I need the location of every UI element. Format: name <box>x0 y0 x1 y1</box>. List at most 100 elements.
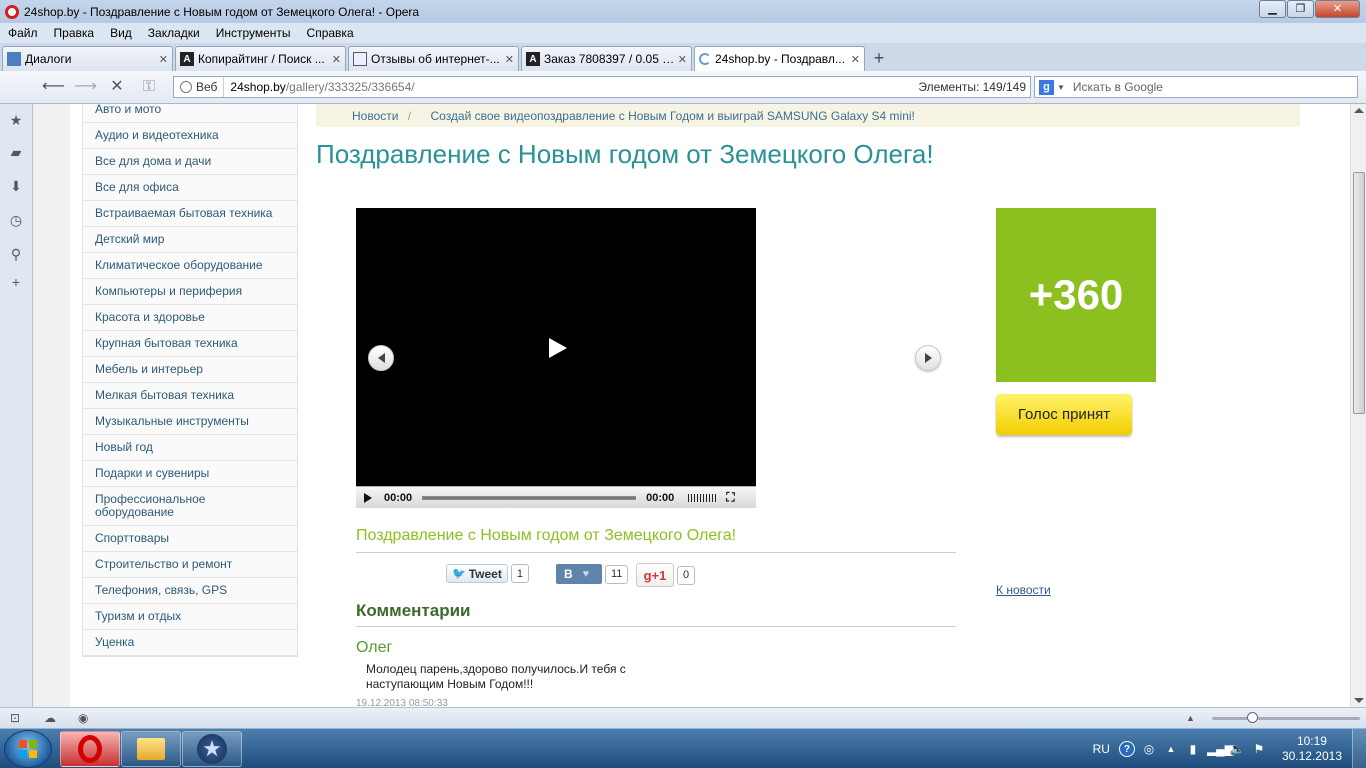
web-security-badge[interactable]: Веб <box>174 77 225 97</box>
chevron-down-icon[interactable]: ▼ <box>1057 83 1065 92</box>
category-item[interactable]: Профессиональное оборудование <box>83 487 233 525</box>
category-item[interactable]: Мебель и интерьер <box>83 357 297 383</box>
category-item[interactable]: Встраиваемая бытовая техника <box>83 201 297 227</box>
close-tab-icon[interactable]: ✕ <box>851 53 860 66</box>
back-arrow-icon[interactable]: ⟵ <box>42 77 65 97</box>
category-item[interactable]: Строительство и ремонт <box>83 552 297 578</box>
category-item[interactable]: Спорттовары <box>83 526 297 552</box>
menu-edit[interactable]: Правка <box>54 26 95 40</box>
menu-help[interactable]: Справка <box>307 26 354 40</box>
play-icon[interactable] <box>549 338 567 358</box>
category-item[interactable]: Новый год <box>83 435 297 461</box>
category-item[interactable]: Все для офиса <box>83 175 297 201</box>
volume-icon[interactable] <box>688 493 717 502</box>
close-tab-icon[interactable]: ✕ <box>505 53 514 66</box>
search-icon[interactable]: ⚲ <box>8 246 24 262</box>
twitter-bird-icon: 🐦 <box>452 568 466 580</box>
tab-24shop[interactable]: 24shop.by - Поздравл... ✕ <box>694 46 865 71</box>
next-arrow-button[interactable] <box>915 345 941 371</box>
clock[interactable]: 10:19 30.12.2013 <box>1282 734 1342 764</box>
menu-bar: Файл Правка Вид Закладки Инструменты Спр… <box>0 23 1366 43</box>
help-icon[interactable]: ? <box>1118 741 1135 757</box>
device-icon[interactable]: ▮ <box>1185 741 1201 757</box>
tweet-button[interactable]: 🐦 Tweet <box>446 564 508 583</box>
history-icon[interactable]: ◷ <box>8 212 24 228</box>
category-item[interactable]: Климатическое оборудование <box>83 253 297 279</box>
show-desktop-button[interactable] <box>1352 729 1366 768</box>
gplus-button[interactable]: g+1 <box>636 563 674 587</box>
zoom-slider-knob[interactable] <box>1247 712 1258 723</box>
search-field[interactable]: g ▼ <box>1034 76 1358 98</box>
scroll-up-icon[interactable] <box>1354 108 1364 113</box>
close-tab-icon[interactable]: ✕ <box>332 53 341 66</box>
tab-reviews[interactable]: Отзывы об интернет-... ✕ <box>348 46 519 71</box>
play-button[interactable] <box>364 492 372 503</box>
network-signal-icon[interactable]: ▂▄▆ <box>1207 741 1234 757</box>
maximize-button[interactable]: ❐ <box>1287 0 1314 18</box>
page-title: Поздравление с Новым годом от Земецкого … <box>316 139 934 169</box>
category-item[interactable]: Красота и здоровье <box>83 305 297 331</box>
menu-tools[interactable]: Инструменты <box>216 26 291 40</box>
search-input[interactable] <box>1072 80 1323 94</box>
menu-view[interactable]: Вид <box>110 26 132 40</box>
tab-copywriting[interactable]: A Копирайтинг / Поиск ... ✕ <box>175 46 346 71</box>
category-item[interactable]: Авто и мото <box>83 104 297 123</box>
notes-icon[interactable]: ▰ <box>8 144 24 160</box>
panel-toggle-icon[interactable]: ⊡ <box>10 711 20 725</box>
opera-unite-icon[interactable]: ☁ <box>44 711 56 725</box>
category-item[interactable]: Уценка <box>83 630 297 656</box>
category-item[interactable]: Подарки и сувениры <box>83 461 297 487</box>
new-tab-button[interactable]: + <box>867 47 891 71</box>
start-button[interactable] <box>4 730 52 768</box>
close-tab-icon[interactable]: ✕ <box>678 53 687 66</box>
taskbar-opera[interactable] <box>60 731 120 767</box>
vote-button[interactable]: Голос принят <box>996 394 1132 435</box>
video-player[interactable]: 00:00 00:00 ⛶ <box>356 208 756 508</box>
vk-like-button[interactable]: В ♥ <box>556 564 602 584</box>
taskbar-explorer[interactable] <box>121 731 181 767</box>
category-item[interactable]: Туризм и отдых <box>83 604 297 630</box>
category-item[interactable]: Мелкая бытовая техника <box>83 383 297 409</box>
menu-bookmarks[interactable]: Закладки <box>148 26 200 40</box>
zoom-up-icon[interactable]: ▲ <box>1186 713 1195 723</box>
close-window-button[interactable]: ✕ <box>1315 0 1360 18</box>
category-item[interactable]: Аудио и видеотехника <box>83 123 297 149</box>
tab-dialogs[interactable]: Диалоги ✕ <box>2 46 173 71</box>
category-item[interactable]: Детский мир <box>83 227 297 253</box>
menu-file[interactable]: Файл <box>8 26 38 40</box>
navigation-toolbar: ⟵ ⟶ ✕ ⚿ Веб 24shop.by /gallery/333325/33… <box>0 71 1366 104</box>
tray-app-icon[interactable]: ◎ <box>1141 741 1157 757</box>
category-item[interactable]: Крупная бытовая техника <box>83 331 297 357</box>
breadcrumb-contest-link[interactable]: Создай свое видеопоздравление с Новым Го… <box>430 109 914 123</box>
scrollbar-thumb[interactable] <box>1353 172 1365 414</box>
vertical-scrollbar[interactable] <box>1350 104 1366 707</box>
category-item[interactable]: Все для дома и дачи <box>83 149 297 175</box>
action-center-icon[interactable]: ⚑ <box>1251 741 1267 757</box>
google-icon[interactable]: g <box>1039 79 1054 95</box>
previous-arrow-button[interactable] <box>368 345 394 371</box>
close-tab-icon[interactable]: ✕ <box>159 53 168 66</box>
scroll-down-icon[interactable] <box>1354 698 1364 703</box>
volume-tray-icon[interactable]: 🔈 <box>1229 741 1245 757</box>
category-item[interactable]: Компьютеры и периферия <box>83 279 297 305</box>
language-indicator[interactable]: RU <box>1093 742 1110 756</box>
zoom-slider[interactable] <box>1212 717 1360 720</box>
category-item[interactable]: Музыкальные инструменты <box>83 409 297 435</box>
speed-dial-icon[interactable]: ◉ <box>78 711 88 725</box>
forward-arrow-icon[interactable]: ⟶ <box>74 77 97 97</box>
taskbar-star-app[interactable]: ★ <box>182 731 242 767</box>
breadcrumb-news-link[interactable]: Новости <box>352 109 398 123</box>
fullscreen-icon[interactable]: ⛶ <box>726 490 734 505</box>
address-field[interactable]: Веб 24shop.by /gallery/333325/336654/ Эл… <box>173 76 1031 98</box>
show-hidden-icons-icon[interactable]: ▲ <box>1163 741 1179 757</box>
tab-order[interactable]: A Заказ 7808397 / 0.05 у.... ✕ <box>521 46 692 71</box>
category-item[interactable]: Телефония, связь, GPS <box>83 578 297 604</box>
downloads-icon[interactable]: ⬇ <box>8 178 24 194</box>
key-icon[interactable]: ⚿ <box>138 77 160 97</box>
back-to-news-link[interactable]: К новости <box>996 583 1051 597</box>
star-icon[interactable]: ★ <box>8 112 24 128</box>
minimize-button[interactable]: ▁ <box>1259 0 1286 18</box>
video-progress-bar[interactable] <box>422 495 637 500</box>
stop-icon[interactable]: ✕ <box>106 77 128 97</box>
add-panel-icon[interactable]: + <box>8 274 24 290</box>
